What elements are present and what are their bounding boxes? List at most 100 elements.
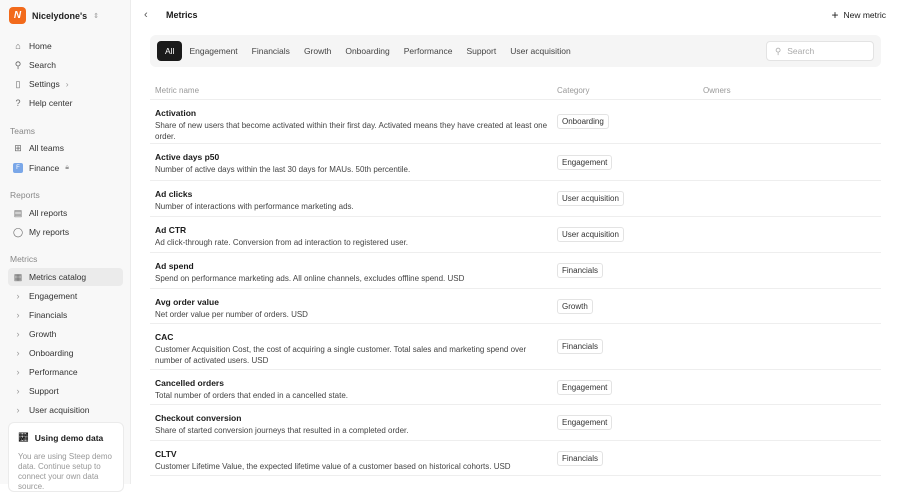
metric-description: Number of interactions with performance … bbox=[155, 202, 354, 211]
sidebar-item-settings[interactable]: ▯ Settings › bbox=[8, 75, 123, 93]
sidebar-item-engagement[interactable]: › Engagement bbox=[8, 287, 123, 305]
label: Settings bbox=[29, 79, 60, 89]
metric-description: Total number of orders that ended in a c… bbox=[155, 391, 349, 400]
tab-onboarding[interactable]: Onboarding bbox=[338, 41, 396, 61]
label: Performance bbox=[29, 367, 78, 377]
metric-description: Share of new users that become activated… bbox=[155, 121, 548, 141]
sidebar-item-performance[interactable]: › Performance bbox=[8, 363, 123, 381]
search-icon: ⚲ bbox=[775, 45, 782, 56]
tab-support[interactable]: Support bbox=[459, 41, 503, 61]
metric-name: Avg order value bbox=[155, 297, 219, 307]
tab-growth[interactable]: Growth bbox=[297, 41, 338, 61]
label: Support bbox=[29, 386, 59, 396]
sidebar-item-search[interactable]: ⚲ Search bbox=[8, 56, 123, 74]
sidebar-item-metrics-catalog[interactable]: ▦ Metrics catalog bbox=[8, 268, 123, 286]
sidebar-item-support[interactable]: › Support bbox=[8, 382, 123, 400]
lock-icon: 🔒︎ bbox=[65, 164, 69, 171]
sidebar-item-help-center[interactable]: ? Help center bbox=[8, 94, 123, 112]
table-row[interactable]: Ad spend Spend on performance marketing a… bbox=[150, 253, 881, 289]
demo-title: Using demo data bbox=[34, 432, 104, 443]
category-badge: Financials bbox=[557, 263, 604, 278]
search-input[interactable]: ⚲ Search bbox=[766, 41, 874, 61]
label: Onboarding bbox=[29, 348, 74, 358]
table-row[interactable]: Cancelled orders Total number of orders t… bbox=[150, 370, 881, 405]
chevron-right-icon: › bbox=[16, 405, 20, 415]
sidebar-item-my-reports[interactable]: ◯ My reports bbox=[8, 223, 123, 241]
label: Help center bbox=[29, 98, 73, 108]
sidebar-item-home[interactable]: ⌂ Home bbox=[8, 37, 123, 55]
label: Home bbox=[29, 41, 52, 51]
label: User acquisition bbox=[29, 405, 90, 415]
demo-data-card: 📈︎ Using demo data You are using Steep de… bbox=[8, 422, 124, 492]
teams-heading: Teams bbox=[10, 126, 36, 136]
category-badge: Engagement bbox=[557, 379, 613, 395]
metric-name: Cancelled orders bbox=[155, 378, 224, 388]
table-row[interactable]: Active days p50 Number of active days wit… bbox=[150, 144, 881, 181]
finance-team-icon: F bbox=[13, 163, 23, 173]
label: Search bbox=[29, 60, 56, 70]
sidebar-item-financials[interactable]: › Financials bbox=[8, 306, 123, 324]
sidebar-item-onboarding[interactable]: › Onboarding bbox=[8, 344, 123, 362]
sidebar: N Nicelydone's ⇕ ⌂ Home ⚲ Search ▯ Settings ›?… bbox=[0, 0, 131, 492]
chevron-right-icon: › bbox=[16, 291, 20, 301]
sidebar-item-finance[interactable]: F Finance 🔒︎ bbox=[8, 159, 123, 177]
back-icon[interactable]: ‹ bbox=[144, 9, 148, 21]
table-row[interactable]: CAC Customer Acquisition Cost, the cost o… bbox=[150, 324, 881, 370]
workspace-switcher[interactable]: N Nicelydone's ⇕ bbox=[9, 7, 99, 24]
label: Growth bbox=[29, 329, 57, 339]
metric-description: Customer Lifetime Value, the expected li… bbox=[155, 462, 511, 471]
sidebar-item-growth[interactable]: › Growth bbox=[8, 325, 123, 343]
category-badge: Onboarding bbox=[557, 114, 609, 129]
sidebar-item-all-teams[interactable]: ⊞ All teams bbox=[8, 139, 123, 157]
home-icon: ⌂ bbox=[15, 41, 21, 51]
tab-financials[interactable]: Financials bbox=[245, 41, 297, 61]
table-row[interactable]: CLTV Customer Lifetime Value, the expecte… bbox=[150, 441, 881, 476]
report-icon: ▤ bbox=[13, 207, 23, 218]
page-title: Metrics bbox=[166, 10, 198, 20]
sidebar-item-user-acquisition[interactable]: › User acquisition bbox=[8, 401, 123, 419]
tab-user-acquisition[interactable]: User acquisition bbox=[503, 41, 577, 61]
table-row[interactable]: Checkout conversion Share of started conv… bbox=[150, 405, 881, 441]
chevron-right-icon: › bbox=[16, 367, 20, 377]
category-badge: User acquisition bbox=[557, 191, 624, 206]
sidebar-item-all-reports[interactable]: ▤ All reports bbox=[8, 204, 123, 222]
tab-engagement[interactable]: Engagement bbox=[182, 41, 244, 61]
table-row[interactable]: Activation Share of new users that become… bbox=[150, 100, 881, 144]
metric-description: Customer Acquisition Cost, the cost of a… bbox=[155, 345, 527, 365]
catalog-icon: ▦ bbox=[13, 271, 23, 282]
metric-name: CAC bbox=[155, 332, 174, 342]
table-row[interactable]: Avg order value Net order value per numbe… bbox=[150, 289, 881, 324]
label: New metric bbox=[843, 10, 886, 20]
metric-name: Active days p50 bbox=[155, 152, 220, 162]
demo-description: You are using Steep demo data. Continue … bbox=[18, 452, 112, 491]
tab-performance[interactable]: Performance bbox=[397, 41, 460, 61]
filter-bar: All Engagement Financials Growth Onboarding P… bbox=[150, 35, 881, 67]
category-badge: Financials bbox=[557, 450, 604, 466]
metric-name: Ad spend bbox=[155, 261, 194, 271]
category-badge: Engagement bbox=[557, 154, 613, 170]
category-badge: Engagement bbox=[557, 415, 613, 430]
new-metric-button[interactable]: + New metric bbox=[831, 9, 886, 21]
workspace-name: Nicelydone's bbox=[32, 10, 88, 21]
metrics-heading: Metrics bbox=[10, 254, 38, 264]
label: Finance bbox=[29, 163, 60, 173]
metric-description: Ad click-through rate. Conversion from a… bbox=[155, 238, 409, 247]
column-header-name[interactable]: Metric name bbox=[155, 86, 199, 95]
column-header-owners[interactable]: Owners bbox=[703, 86, 731, 95]
column-header-category[interactable]: Category bbox=[557, 86, 589, 95]
chevron-right-icon: › bbox=[16, 386, 20, 396]
tab-all[interactable]: All bbox=[157, 41, 183, 61]
table-row[interactable]: Ad clicks Number of interactions with per… bbox=[150, 181, 881, 217]
grid-icon: ⊞ bbox=[14, 142, 22, 153]
label: My reports bbox=[29, 227, 70, 237]
metric-description: Number of active days within the last 30… bbox=[155, 165, 411, 174]
category-badge: Growth bbox=[557, 298, 593, 314]
metric-name: Checkout conversion bbox=[155, 413, 242, 423]
chevron-right-icon: › bbox=[16, 348, 20, 358]
chart-icon: 📈︎ bbox=[18, 432, 29, 442]
metric-name: Activation bbox=[155, 108, 197, 118]
settings-icon: ▯ bbox=[15, 78, 21, 89]
workspace-logo: N bbox=[9, 7, 26, 24]
category-badge: User acquisition bbox=[557, 227, 624, 242]
table-row[interactable]: Ad CTR Ad click-through rate. Conversion … bbox=[150, 217, 881, 253]
